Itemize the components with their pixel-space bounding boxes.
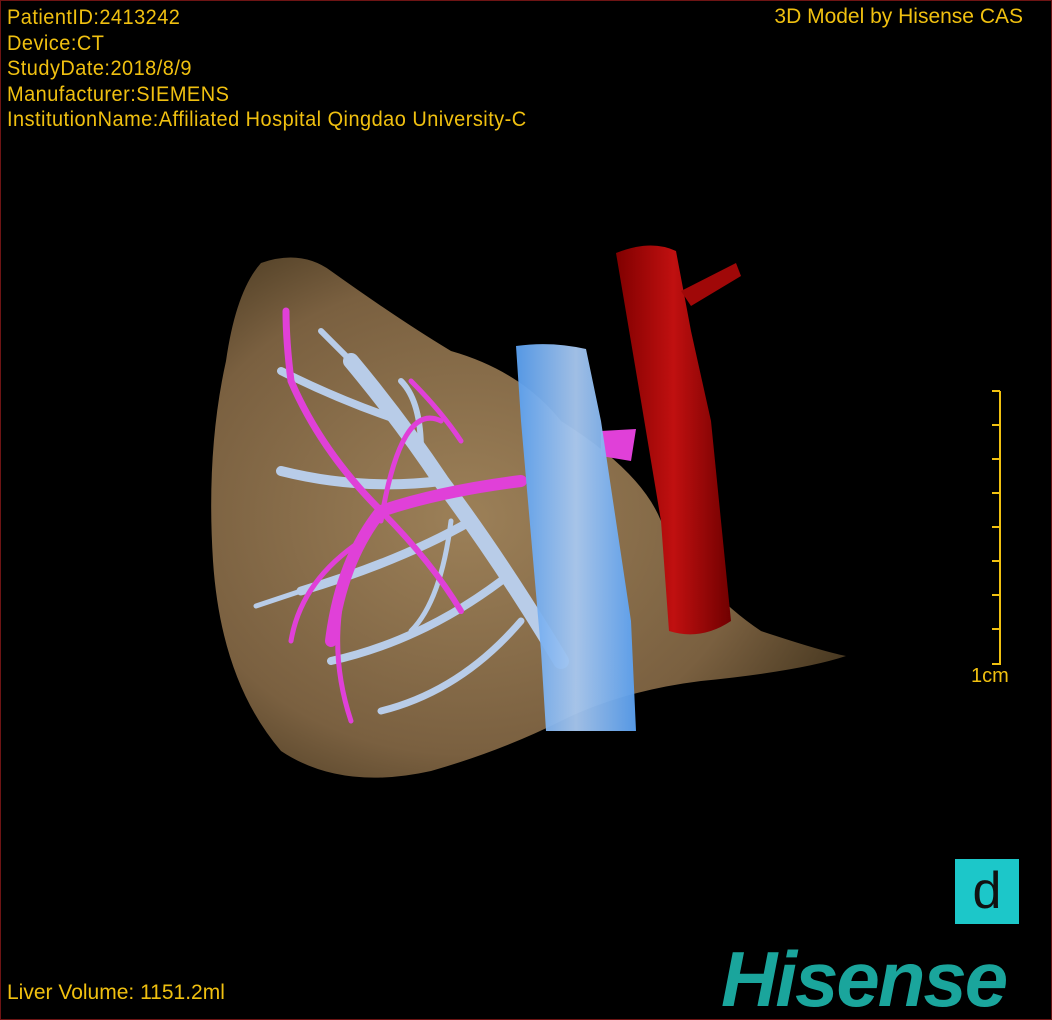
device: Device:CT: [7, 31, 105, 55]
scale-label: 1cm: [971, 665, 1009, 687]
d-button[interactable]: d: [955, 859, 1019, 924]
institution-name: InstitutionName:Affiliated Hospital Qing…: [7, 108, 527, 131]
study-date: StudyDate:2018/8/9: [7, 57, 192, 80]
study-info: PatientID:2413242 Device:CT StudyDate:20…: [7, 5, 527, 133]
d-button-label: d: [972, 862, 1002, 920]
patient-id: PatientID:2413242: [7, 6, 181, 29]
hisense-logo: Hisense: [721, 935, 1008, 1020]
liver-3d-model[interactable]: [1, 1, 1051, 1019]
manufacturer: Manufacturer:SIEMENS: [7, 82, 230, 106]
3d-viewport[interactable]: PatientID:2413242 Device:CT StudyDate:20…: [0, 0, 1052, 1020]
liver-volume: Liver Volume: 1151.2ml: [7, 981, 225, 1004]
aorta-branch: [681, 263, 741, 306]
scale-bar: [992, 390, 1001, 665]
liver: [211, 257, 846, 778]
brand-caption: 3D Model by Hisense CAS: [774, 5, 1023, 28]
